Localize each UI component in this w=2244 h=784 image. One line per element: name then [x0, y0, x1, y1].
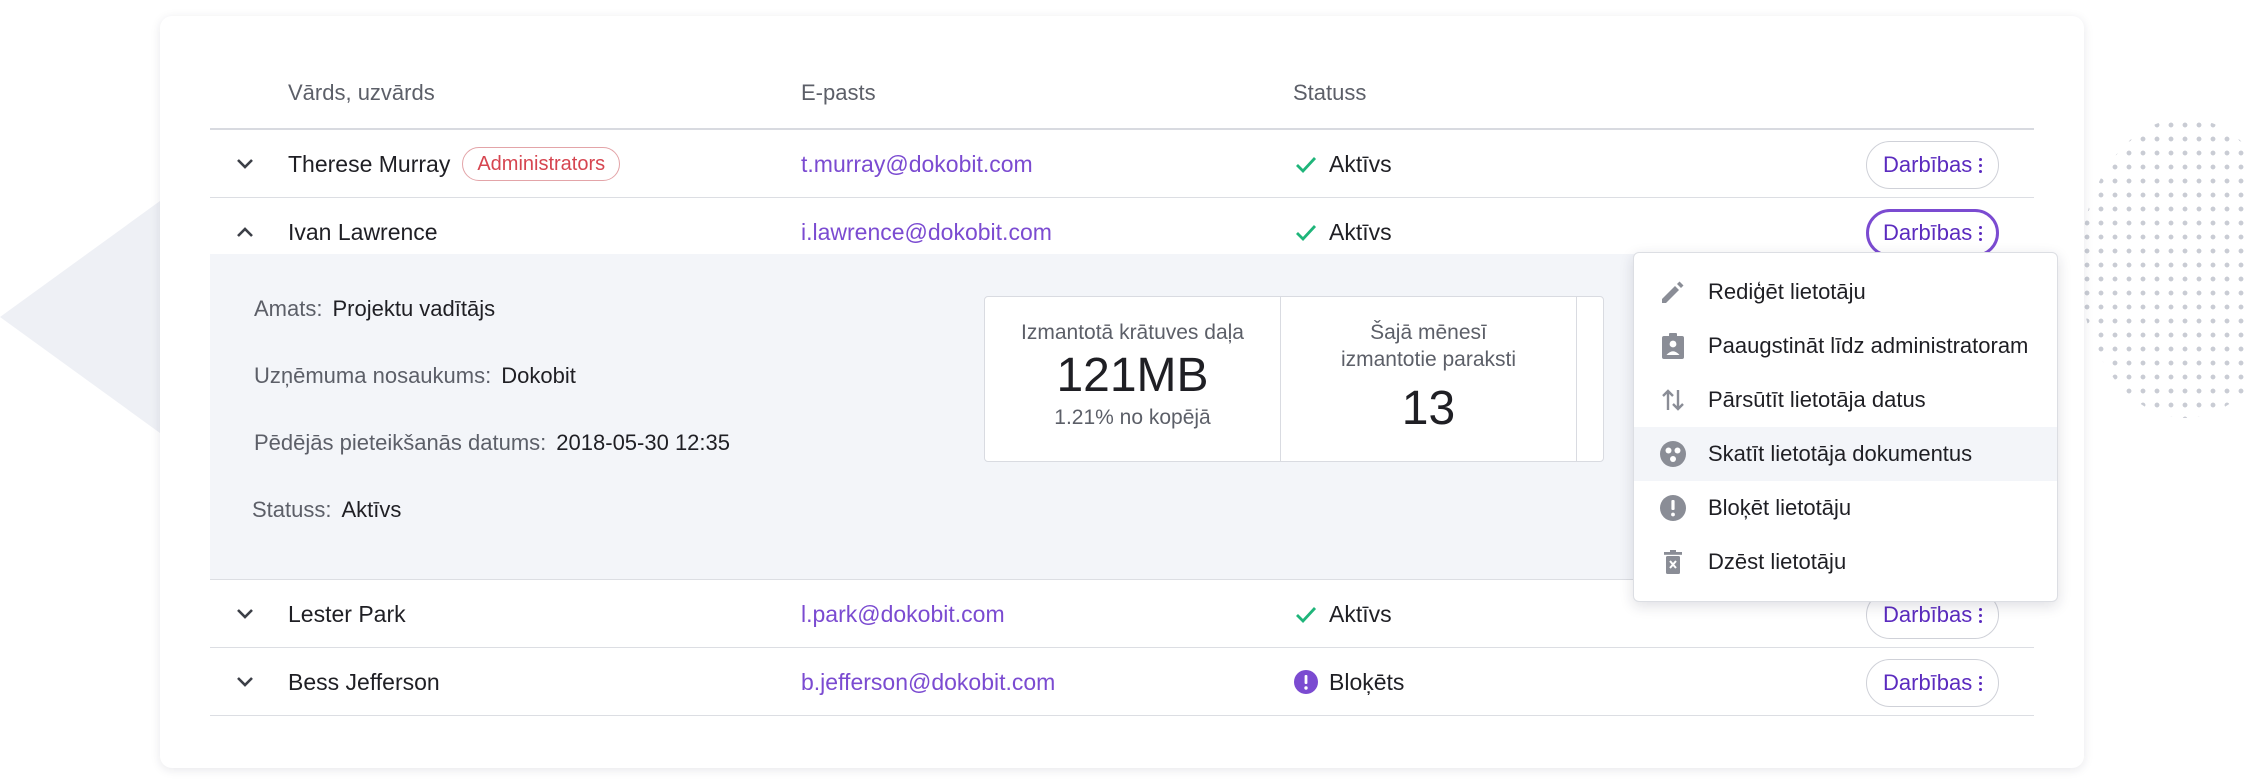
pencil-icon	[1662, 281, 1684, 303]
blocked-icon	[1294, 670, 1318, 694]
user-email-link[interactable]: l.park@dokobit.com	[801, 580, 1005, 648]
chevron-down-icon[interactable]	[230, 149, 260, 179]
stat-storage: Izmantotā krātuves daļa 121MB 1.21% no k…	[985, 297, 1281, 461]
actions-button[interactable]: Darbības	[1866, 659, 2000, 707]
usage-stats: Izmantotā krātuves daļa 121MB 1.21% no k…	[984, 296, 1604, 462]
detail-last-login: Pēdējās pieteikšanās datums: 2018-05-30 …	[254, 430, 730, 455]
admin-badge: Administrators	[462, 147, 621, 181]
column-header-status: Statuss	[1293, 80, 1367, 105]
chevron-down-icon[interactable]	[230, 667, 260, 697]
user-name: Lester Park	[288, 600, 406, 627]
status-text: Aktīvs	[1329, 150, 1392, 177]
user-name-cell: Lester Park	[288, 580, 406, 648]
actions-label: Darbības	[1883, 670, 1973, 695]
detail-position: Amats: Projektu vadītājs	[254, 296, 496, 321]
check-icon	[1296, 157, 1317, 174]
actions-button[interactable]: Darbības	[1866, 141, 2000, 189]
transfer-icon	[1662, 389, 1684, 411]
status-text: Aktīvs	[1329, 218, 1392, 245]
user-name: Therese Murray	[288, 150, 451, 177]
documents-icon	[1660, 441, 1686, 467]
status-text: Aktīvs	[1329, 600, 1392, 627]
check-icon	[1296, 225, 1317, 242]
user-name-cell: Therese Murray Administrators	[288, 130, 621, 198]
block-icon	[1660, 495, 1686, 521]
menu-item-delete-user[interactable]: Dzēst lietotāju	[1634, 535, 2057, 589]
table-header: Vārds, uzvārds E-pasts Statuss	[210, 60, 2034, 130]
detail-status: Statuss: Aktīvs	[252, 497, 402, 522]
actions-button[interactable]: Darbības	[1866, 209, 2000, 257]
menu-item-edit-user[interactable]: Rediģēt lietotāju	[1634, 265, 2057, 319]
background-dot-pattern	[2080, 118, 2244, 418]
more-vertical-icon	[1979, 675, 1983, 691]
table-row: Therese Murray Administrators t.murray@d…	[210, 130, 2034, 198]
chevron-down-icon[interactable]	[230, 599, 260, 629]
user-name: Bess Jefferson	[288, 668, 440, 695]
actions-dropdown-menu: Rediģēt lietotāju Paaugstināt līdz admin…	[1633, 252, 2058, 602]
user-name: Ivan Lawrence	[288, 218, 438, 245]
user-status: Bloķēts	[1293, 648, 1404, 716]
admin-badge-icon	[1662, 333, 1684, 359]
stat-signatures: Šajā mēnesī izmantotie paraksti 13	[1281, 297, 1577, 461]
detail-company: Uzņēmuma nosaukums: Dokobit	[254, 363, 576, 388]
user-status: Aktīvs	[1293, 580, 1392, 648]
user-email-link[interactable]: b.jefferson@dokobit.com	[801, 648, 1055, 716]
stat-storage-value: 121MB	[1056, 349, 1209, 402]
actions-label: Darbības	[1883, 220, 1973, 245]
column-header-name: Vārds, uzvārds	[288, 80, 435, 105]
menu-item-transfer-data[interactable]: Pārsūtīt lietotāja datus	[1634, 373, 2057, 427]
more-vertical-icon	[1979, 607, 1983, 623]
actions-label: Darbības	[1883, 152, 1973, 177]
column-header-email: E-pasts	[801, 80, 876, 105]
menu-item-view-documents[interactable]: Skatīt lietotāja dokumentus	[1634, 427, 2057, 481]
status-text: Bloķēts	[1329, 668, 1405, 695]
actions-label: Darbības	[1883, 602, 1973, 627]
user-status: Aktīvs	[1293, 130, 1392, 198]
chevron-up-icon[interactable]	[230, 217, 260, 247]
user-email-link[interactable]: t.murray@dokobit.com	[801, 130, 1033, 198]
stat-signatures-value: 13	[1401, 382, 1456, 435]
menu-item-promote-admin[interactable]: Paaugstināt līdz administratoram	[1634, 319, 2057, 373]
more-vertical-icon	[1979, 157, 1983, 173]
menu-item-block-user[interactable]: Bloķēt lietotāju	[1634, 481, 2057, 535]
trash-icon	[1664, 550, 1682, 574]
user-name-cell: Bess Jefferson	[288, 648, 440, 716]
table-row: Bess Jefferson b.jefferson@dokobit.com B…	[210, 648, 2034, 716]
more-vertical-icon	[1979, 225, 1983, 241]
check-icon	[1296, 607, 1317, 624]
